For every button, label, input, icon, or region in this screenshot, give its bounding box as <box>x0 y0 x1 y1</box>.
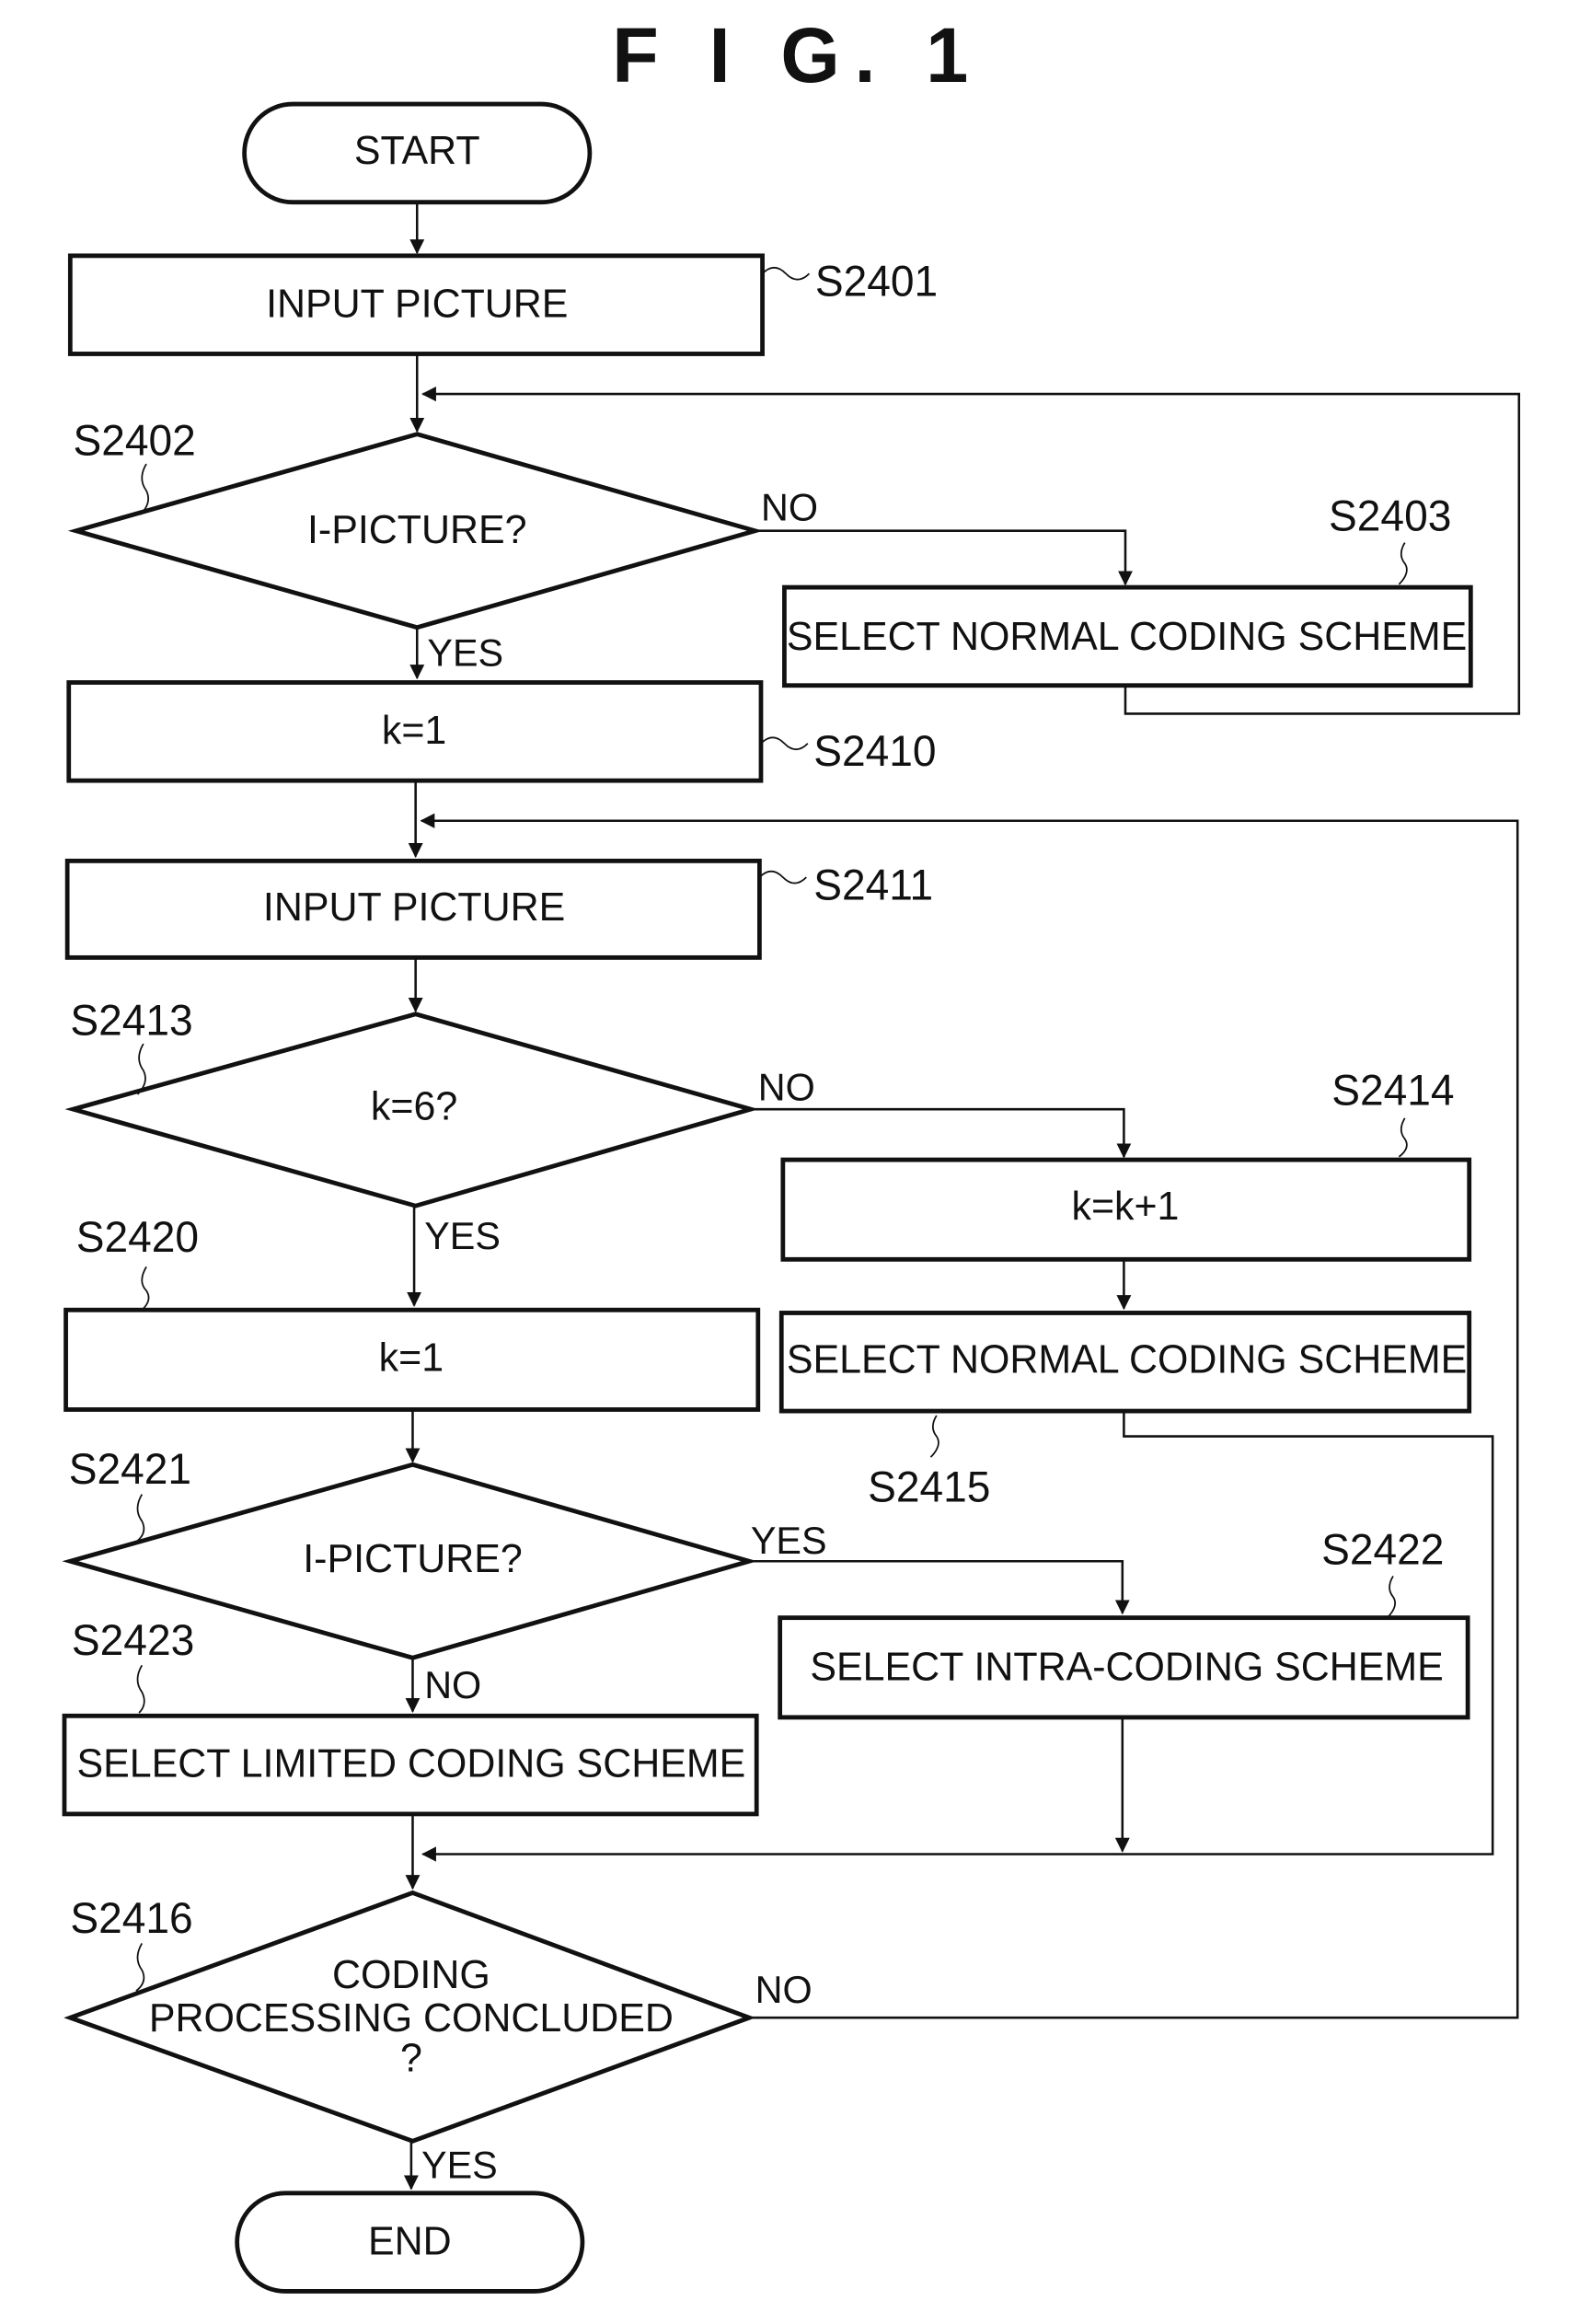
arrow-s2402-no <box>755 529 1133 586</box>
leader-s2421 <box>135 1494 145 1543</box>
leader-s2414 <box>1398 1117 1408 1158</box>
decision-s2416-line2: PROCESSING CONCLUDED <box>149 1996 674 2041</box>
s2402-no-label: NO <box>761 485 818 528</box>
decision-s2416-line1: CODING <box>332 1953 490 1997</box>
arrow-s2413-no <box>750 1107 1132 1159</box>
step-s2410-box: k=1 <box>66 680 764 783</box>
label-s2410: S2410 <box>813 727 936 775</box>
step-s2401-box: INPUT PICTURE <box>67 253 765 356</box>
s2413-no-label: NO <box>758 1065 815 1108</box>
step-s2420-text: k=1 <box>379 1335 444 1380</box>
end-text: END <box>368 2219 452 2263</box>
label-s2411: S2411 <box>813 861 933 908</box>
step-s2420-box: k=1 <box>63 1307 761 1412</box>
start-terminal: START <box>242 101 593 205</box>
step-s2423-box: SELECT LIMITED CODING SCHEME <box>62 1713 759 1817</box>
s2416-no-label: NO <box>755 1968 813 2011</box>
leader-s2410 <box>760 736 809 751</box>
step-s2422-box: SELECT INTRA-CODING SCHEME <box>778 1615 1470 1720</box>
start-text: START <box>354 129 480 173</box>
step-s2411-box: INPUT PICTURE <box>64 858 762 960</box>
decision-s2413-text: k=6? <box>371 1084 457 1128</box>
label-s2414: S2414 <box>1331 1066 1454 1114</box>
label-s2401: S2401 <box>815 257 938 305</box>
step-s2411-text: INPUT PICTURE <box>263 885 565 930</box>
step-s2403-box: SELECT NORMAL CODING SCHEME <box>782 584 1473 688</box>
leader-s2402 <box>140 463 149 515</box>
leader-s2420 <box>141 1266 150 1310</box>
arrow-s2416-no-loop-back <box>420 813 1519 2019</box>
step-s2415-box: SELECT NORMAL CODING SCHEME <box>778 1311 1472 1414</box>
step-s2401-text: INPUT PICTURE <box>266 282 568 326</box>
step-s2410-text: k=1 <box>382 709 446 753</box>
leader-s2415 <box>929 1415 939 1458</box>
arrow-s2421-yes <box>749 1559 1130 1615</box>
decision-s2402-text: I-PICTURE? <box>307 508 526 552</box>
step-s2414-box: k=k+1 <box>780 1157 1472 1262</box>
leader-s2401 <box>761 266 811 281</box>
label-s2416: S2416 <box>70 1894 192 1942</box>
label-s2420: S2420 <box>76 1213 199 1261</box>
step-s2423-text: SELECT LIMITED CODING SCHEME <box>77 1741 746 1786</box>
end-terminal: END <box>235 2191 585 2294</box>
label-s2421: S2421 <box>69 1445 191 1493</box>
s2402-yes-label: YES <box>427 630 503 674</box>
leader-s2413 <box>136 1043 146 1095</box>
step-s2415-text: SELECT NORMAL CODING SCHEME <box>787 1337 1467 1382</box>
leader-s2422 <box>1387 1575 1396 1619</box>
step-s2414-text: k=k+1 <box>1072 1185 1180 1229</box>
figure-title: F I G. 1 <box>612 12 983 98</box>
leader-s2403 <box>1398 542 1408 585</box>
leader-s2411 <box>758 870 807 885</box>
label-s2422: S2422 <box>1321 1525 1444 1573</box>
step-s2422-text: SELECT INTRA-CODING SCHEME <box>810 1645 1443 1689</box>
s2421-yes-label: YES <box>751 1519 827 1562</box>
label-s2423: S2423 <box>72 1616 194 1664</box>
s2421-no-label: NO <box>424 1663 481 1706</box>
label-s2403: S2403 <box>1329 491 1451 539</box>
s2413-yes-label: YES <box>424 1214 501 1257</box>
step-s2403-text: SELECT NORMAL CODING SCHEME <box>787 615 1467 659</box>
label-s2402: S2402 <box>74 416 196 464</box>
decision-s2416-line3: ? <box>400 2036 422 2080</box>
decision-s2421-text: I-PICTURE? <box>303 1536 522 1580</box>
leader-s2423 <box>136 1664 145 1714</box>
label-s2413: S2413 <box>70 996 192 1044</box>
s2416-yes-label: YES <box>421 2143 498 2186</box>
label-s2415: S2415 <box>868 1463 990 1510</box>
leader-s2416 <box>135 1942 145 1992</box>
flowchart: F I G. 1 START INPUT PICTURE S2401 I-PIC… <box>62 12 1521 2294</box>
